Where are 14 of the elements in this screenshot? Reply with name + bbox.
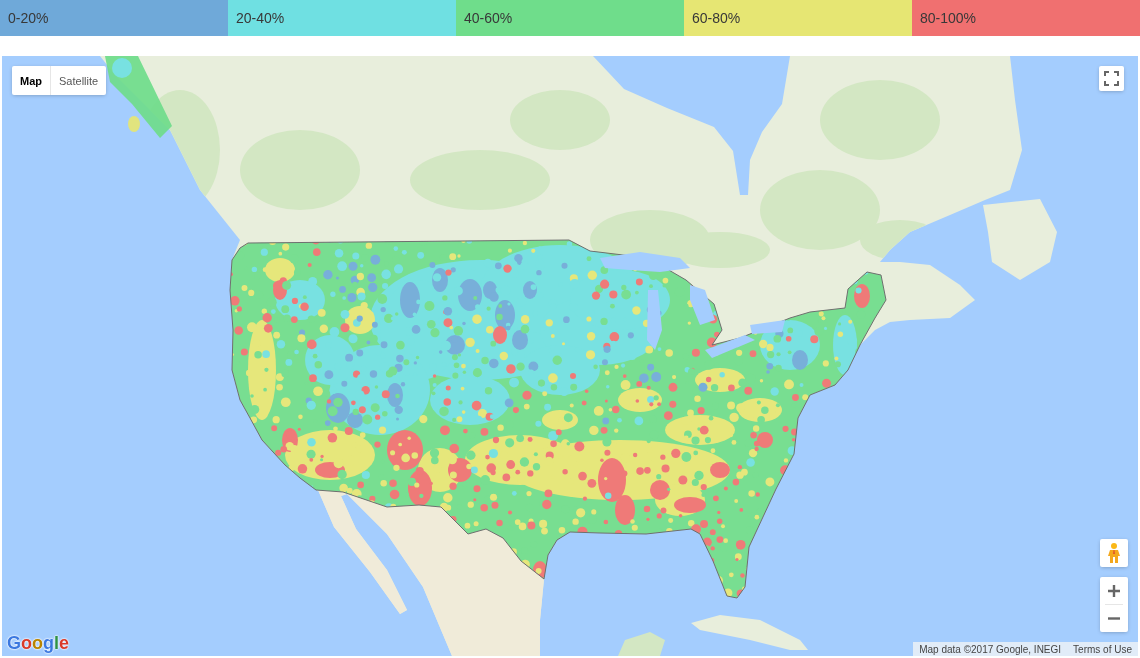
map-type-button[interactable]: Map [12,66,50,95]
legend-item: 20-40% [228,0,456,36]
fullscreen-icon [1104,71,1119,86]
minus-icon [1108,617,1120,620]
person-icon [1108,543,1120,563]
attribution-text: Map data ©2017 Google, INEGI [919,643,1062,655]
plus-icon [1108,584,1120,597]
map-type-button[interactable]: Satellite [50,66,107,95]
legend-item: 0-20% [0,0,228,36]
legend-item: 60-80% [684,0,912,36]
fullscreen-button[interactable] [1099,66,1124,91]
legend-item: 80-100% [912,0,1140,36]
legend-item: 40-60% [456,0,684,36]
terms-link[interactable]: Terms of Use [1073,643,1132,655]
